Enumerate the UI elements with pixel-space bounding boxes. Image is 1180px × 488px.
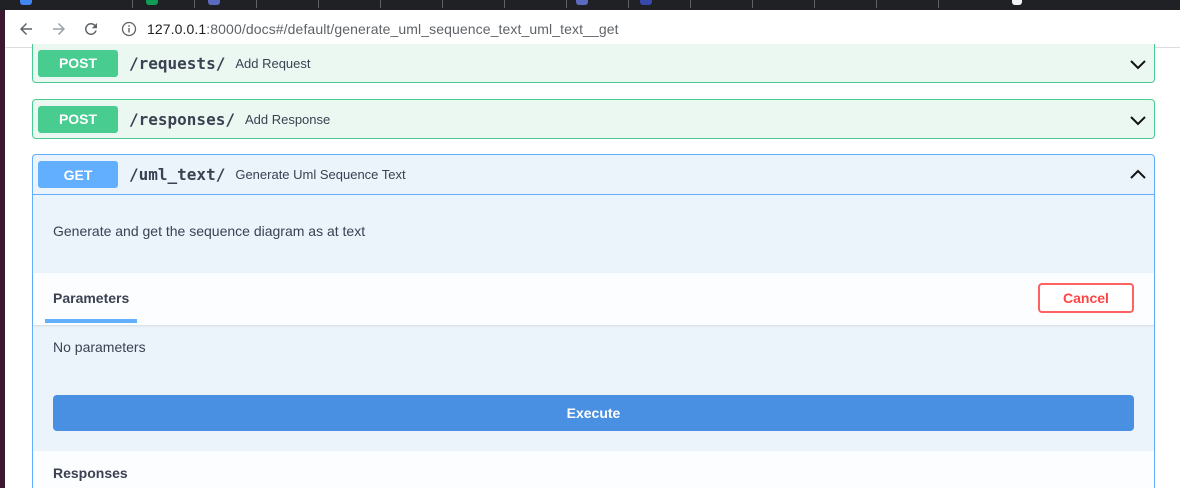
operation-get-uml-text: GET /uml_text/ Generate Uml Sequence Tex…: [32, 154, 1155, 488]
no-parameters-text: No parameters: [53, 339, 146, 355]
tab-divider: [566, 0, 567, 8]
tab-divider: [876, 0, 877, 8]
tab-favicon[interactable]: [208, 0, 220, 5]
method-badge: GET: [38, 161, 118, 188]
operation-header[interactable]: GET /uml_text/ Generate Uml Sequence Tex…: [33, 155, 1154, 195]
url-path: :8000/docs#/default/generate_uml_sequenc…: [206, 21, 619, 37]
tab-divider: [132, 0, 133, 8]
tab-divider: [690, 0, 691, 8]
responses-section-header: Responses: [33, 451, 1154, 488]
operation-summary: Add Response: [244, 111, 331, 127]
tab-divider: [194, 0, 195, 8]
parameters-tab[interactable]: Parameters: [53, 290, 129, 306]
tab-divider: [380, 0, 381, 8]
browser-toolbar: 127.0.0.1:8000/docs#/default/generate_um…: [5, 10, 1180, 48]
method-badge: POST: [38, 49, 118, 77]
operation-path: /requests/: [129, 53, 226, 73]
tab-favicon[interactable]: [20, 0, 32, 5]
operation-description: Generate and get the sequence diagram as…: [53, 223, 366, 239]
execute-button[interactable]: Execute: [53, 395, 1134, 431]
url-host: 127.0.0.1: [147, 21, 207, 37]
responses-title: Responses: [53, 465, 128, 481]
address-bar[interactable]: 127.0.0.1:8000/docs#/default/generate_um…: [117, 15, 1180, 43]
operation-path: /responses/: [129, 109, 235, 129]
tab-divider: [504, 0, 505, 8]
reload-button[interactable]: [79, 17, 103, 41]
tab-divider: [814, 0, 815, 8]
tab-divider: [938, 0, 939, 8]
operation-header[interactable]: POST /responses/ Add Response: [33, 100, 1154, 138]
method-badge: POST: [38, 105, 118, 133]
chevron-down-icon[interactable]: [1128, 110, 1148, 130]
tab-favicon[interactable]: [640, 0, 652, 5]
parameters-tab-underline: [45, 319, 137, 323]
operation-path: /uml_text/: [129, 165, 226, 184]
tab-favicon[interactable]: [1012, 0, 1022, 5]
chevron-up-icon[interactable]: [1128, 165, 1148, 185]
tab-divider: [256, 0, 257, 8]
browser-tab-strip: [0, 0, 1180, 10]
back-button[interactable]: [14, 17, 38, 41]
cancel-button[interactable]: Cancel: [1038, 283, 1134, 313]
tab-favicon[interactable]: [146, 0, 158, 5]
chevron-down-icon[interactable]: [1128, 54, 1148, 74]
forward-button[interactable]: [47, 17, 71, 41]
tab-divider: [442, 0, 443, 8]
reload-icon: [84, 22, 97, 35]
info-icon[interactable]: [121, 21, 137, 37]
arrow-left-icon: [20, 23, 32, 35]
arrow-right-icon: [53, 23, 65, 35]
operation-summary: Generate Uml Sequence Text: [235, 167, 406, 182]
tab-divider: [752, 0, 753, 8]
operation-summary: Add Request: [235, 55, 311, 71]
operation-post-responses[interactable]: POST /responses/ Add Response: [32, 99, 1155, 139]
operation-post-requests[interactable]: POST /requests/ Add Request: [32, 44, 1155, 83]
parameters-section-header: Parameters Cancel: [33, 273, 1154, 325]
tab-divider: [628, 0, 629, 8]
tab-divider: [318, 0, 319, 8]
desktop-edge: [0, 0, 5, 488]
tab-favicon[interactable]: [576, 0, 588, 5]
operation-header[interactable]: POST /requests/ Add Request: [33, 44, 1154, 82]
